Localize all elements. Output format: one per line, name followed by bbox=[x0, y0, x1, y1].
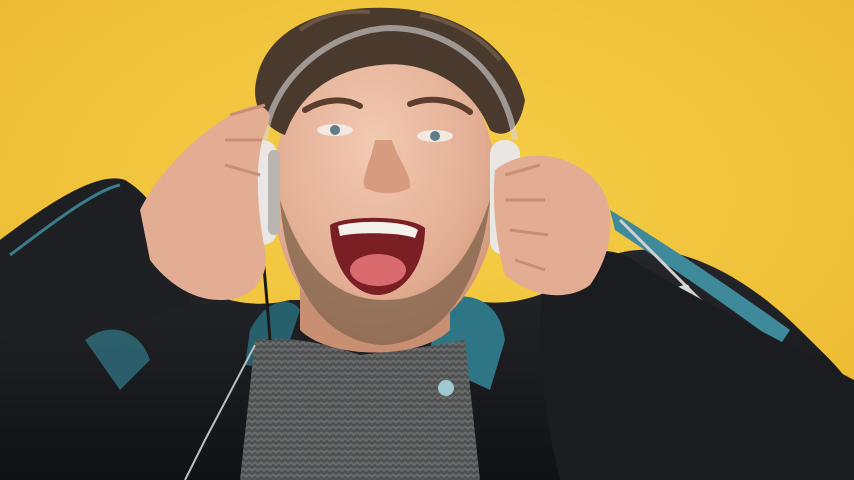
collar-button bbox=[438, 380, 454, 396]
left-iris bbox=[330, 125, 340, 135]
knit-sweater bbox=[240, 338, 480, 480]
photo-illustration bbox=[0, 0, 854, 480]
right-iris bbox=[430, 131, 440, 141]
photo-scene bbox=[0, 0, 854, 480]
tongue bbox=[350, 254, 406, 286]
left-headphone-pad bbox=[268, 150, 280, 235]
